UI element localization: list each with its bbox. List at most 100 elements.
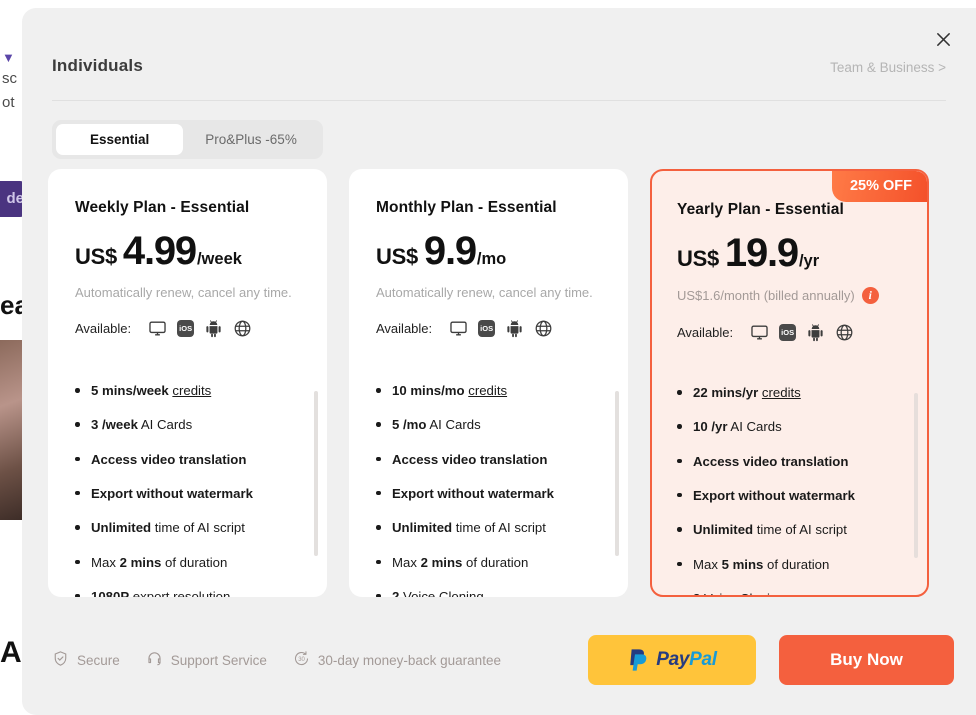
availability-row: Available: iOS [48, 300, 327, 338]
discount-badge: 25% OFF [831, 171, 927, 202]
trust-badges: Secure Support Service 30 30-day money-b… [52, 650, 501, 670]
price-amount: 9.9 [423, 229, 477, 273]
ios-icon: iOS [478, 320, 496, 337]
android-icon [505, 319, 524, 338]
list-item: Access video translation [72, 451, 313, 469]
price-period: /mo [476, 250, 507, 268]
background-snippet-2: ot [2, 94, 15, 111]
modal-header: Individuals Team & Business > [52, 56, 946, 101]
feature-list-scrollbar[interactable] [914, 393, 918, 558]
billing-note: US$1.6/month (billed annually) [677, 288, 855, 303]
plan-card-monthly[interactable]: Monthly Plan - Essential US$ 9.9 /mo Aut… [349, 169, 628, 597]
buy-now-button[interactable]: Buy Now [779, 635, 954, 685]
list-item: 5 /mo AI Cards [373, 416, 614, 434]
paypal-logo: PayPal [627, 647, 717, 673]
refund-30-icon: 30 [293, 650, 310, 670]
info-icon[interactable]: i [861, 287, 879, 304]
feature-list-container: 10 mins/mo credits 5 /mo AI Cards Access… [349, 382, 628, 597]
desktop-icon [750, 323, 769, 342]
list-item: Export without watermark [373, 485, 614, 503]
available-label: Available: [677, 325, 734, 340]
feature-list-container: 5 mins/week credits 3 /week AI Cards Acc… [48, 382, 327, 597]
trust-label: Support Service [170, 652, 267, 668]
plan-price: US$ 9.9 /mo [349, 217, 628, 274]
list-item: Max 5 mins of duration [674, 556, 913, 574]
availability-row: Available: iOS [349, 300, 628, 338]
feature-list: 22 mins/yr credits 10 /yr AI Cards Acces… [674, 384, 913, 595]
shield-check-icon [52, 650, 69, 670]
web-icon [835, 323, 854, 342]
trust-label: Secure [77, 652, 120, 668]
feature-list: 5 mins/week credits 3 /week AI Cards Acc… [72, 382, 313, 597]
trust-support: Support Service [146, 650, 267, 670]
price-amount: 4.99 [122, 229, 197, 273]
plan-price: US$ 4.99 /week [48, 217, 327, 274]
price-currency: US$ [376, 244, 418, 269]
feature-list-scrollbar[interactable] [615, 391, 619, 556]
ios-icon: iOS [779, 324, 797, 341]
list-item: 10 /yr AI Cards [674, 418, 913, 436]
available-label: Available: [376, 321, 433, 336]
feature-list-scrollbar[interactable] [314, 391, 318, 556]
svg-text:30: 30 [298, 657, 305, 663]
plan-card-yearly[interactable]: 25% OFF Yearly Plan - Essential US$ 19.9… [650, 169, 929, 597]
paypal-icon [630, 649, 647, 671]
android-icon [806, 323, 825, 342]
close-icon[interactable] [928, 24, 958, 54]
footer-actions: PayPal Buy Now [588, 635, 954, 685]
web-icon [233, 319, 252, 338]
list-item: Max 2 mins of duration [373, 554, 614, 572]
plan-name: Weekly Plan - Essential [75, 199, 250, 216]
tab-essential[interactable]: Essential [56, 124, 184, 155]
list-item: Unlimited time of AI script [674, 521, 913, 539]
renew-note: Automatically renew, cancel any time. [75, 285, 292, 300]
list-item: Export without watermark [674, 487, 913, 505]
background-snippet-marker: ▼ [2, 50, 15, 65]
price-currency: US$ [75, 244, 117, 269]
available-label: Available: [75, 321, 132, 336]
trust-label: 30-day money-back guarantee [317, 652, 501, 668]
background-snippet-1: sc [2, 70, 17, 87]
tab-pro-plus[interactable]: Pro&Plus -65% [183, 124, 319, 155]
headset-icon [146, 650, 163, 670]
plan-name: Monthly Plan - Essential [376, 199, 557, 216]
plan-cards: Weekly Plan - Essential US$ 4.99 /week A… [48, 169, 929, 597]
desktop-icon [148, 319, 167, 338]
list-item: 1080P export resolution [72, 588, 313, 597]
list-item: 5 mins/week credits [72, 382, 313, 400]
availability-row: Available: iOS [652, 304, 927, 342]
price-amount: 19.9 [724, 231, 799, 275]
list-item: 3 Voice Cloning [674, 590, 913, 595]
plan-card-weekly[interactable]: Weekly Plan - Essential US$ 4.99 /week A… [48, 169, 327, 597]
list-item: Unlimited time of AI script [72, 519, 313, 537]
list-item: 2 Voice Cloning [373, 588, 614, 597]
paypal-button[interactable]: PayPal [588, 635, 756, 685]
pricing-modal: Individuals Team & Business > Essential … [22, 8, 976, 715]
list-item: 3 /week AI Cards [72, 416, 313, 434]
team-business-link[interactable]: Team & Business > [830, 56, 946, 75]
trust-refund: 30 30-day money-back guarantee [293, 650, 501, 670]
list-item: Access video translation [674, 453, 913, 471]
page-title: Individuals [52, 56, 143, 75]
paypal-label: PayPal [656, 649, 717, 670]
list-item: Unlimited time of AI script [373, 519, 614, 537]
list-item: 22 mins/yr credits [674, 384, 913, 402]
list-item: Access video translation [373, 451, 614, 469]
plan-type-tabs: Essential Pro&Plus -65% [52, 120, 323, 159]
feature-list: 10 mins/mo credits 5 /mo AI Cards Access… [373, 382, 614, 597]
trust-secure: Secure [52, 650, 120, 670]
ios-icon: iOS [177, 320, 195, 337]
modal-footer: Secure Support Service 30 30-day money-b… [52, 635, 954, 685]
price-period: /week [196, 250, 242, 268]
plan-name: Yearly Plan - Essential [677, 201, 844, 218]
list-item: Export without watermark [72, 485, 313, 503]
plan-price: US$ 19.9 /yr [652, 219, 927, 276]
web-icon [534, 319, 553, 338]
price-currency: US$ [677, 246, 719, 271]
desktop-icon [449, 319, 468, 338]
renew-note: Automatically renew, cancel any time. [376, 285, 593, 300]
list-item: 10 mins/mo credits [373, 382, 614, 400]
feature-list-container: 22 mins/yr credits 10 /yr AI Cards Acces… [652, 384, 927, 595]
list-item: Max 2 mins of duration [72, 554, 313, 572]
android-icon [204, 319, 223, 338]
